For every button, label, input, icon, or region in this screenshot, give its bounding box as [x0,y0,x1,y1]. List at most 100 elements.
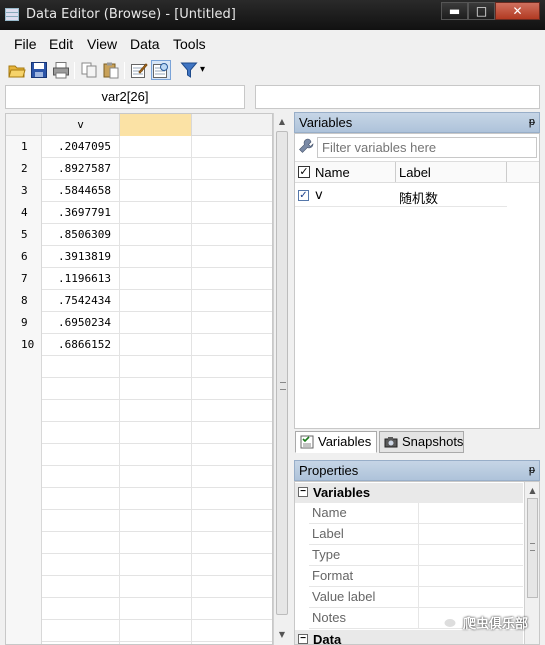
select-all-checkbox[interactable]: ✓ [298,166,310,178]
cell-empty[interactable] [192,312,272,334]
row-number[interactable]: 7 [6,268,42,290]
filter-dropdown-icon[interactable]: ▾ [200,64,205,75]
table-row[interactable] [6,620,272,642]
cell-empty[interactable] [192,136,272,158]
data-grid[interactable]: v 1.2047095 2.8927587 3.5844658 4.3697791 5.… [5,113,273,645]
cell-v[interactable]: .2047095 [42,136,120,158]
table-row[interactable]: 10.6866152 [6,334,272,356]
property-row-value-label[interactable]: Value label [309,587,523,608]
column-header-empty[interactable] [192,114,272,136]
edit-mode-icon[interactable] [130,61,148,79]
menu-file[interactable]: File [14,36,37,52]
tab-snapshots[interactable]: Snapshots [379,431,464,453]
property-row-label[interactable]: Label [309,524,523,545]
column-header-v[interactable]: v [42,114,120,136]
row-number[interactable] [6,378,42,400]
pin-icon[interactable]: ᵽ [529,461,535,480]
table-row[interactable]: 5.8506309 [6,224,272,246]
cell-v[interactable] [42,620,120,642]
minimize-button[interactable]: ▬ [441,2,468,20]
row-number[interactable]: 2 [6,158,42,180]
title-bar[interactable]: Data Editor (Browse) - [Untitled] ▬ □ ✕ [0,0,545,30]
row-number[interactable] [6,444,42,466]
cell-v[interactable] [42,598,120,620]
cell-v[interactable]: .3697791 [42,202,120,224]
row-number[interactable]: 10 [6,334,42,356]
cell-empty[interactable] [120,532,192,554]
cell-empty[interactable] [120,378,192,400]
cell-empty[interactable] [192,224,272,246]
menu-edit[interactable]: Edit [49,36,73,52]
cell-empty[interactable] [192,158,272,180]
cell-empty[interactable] [192,356,272,378]
cell-empty[interactable] [192,532,272,554]
copy-icon[interactable] [80,61,98,79]
cell-v[interactable] [42,466,120,488]
table-row[interactable] [6,510,272,532]
table-row[interactable] [6,598,272,620]
cell-v[interactable]: .8506309 [42,224,120,246]
cell-v[interactable] [42,554,120,576]
filter-icon[interactable] [180,61,198,79]
cell-v[interactable] [42,356,120,378]
row-number[interactable] [6,356,42,378]
cell-empty[interactable] [120,488,192,510]
table-row[interactable] [6,356,272,378]
cell-v[interactable]: .5844658 [42,180,120,202]
cell-empty[interactable] [120,554,192,576]
cell-empty[interactable] [120,158,192,180]
pin-icon[interactable]: ᵽ [529,113,535,132]
row-number[interactable]: 4 [6,202,42,224]
table-row[interactable]: 6.3913819 [6,246,272,268]
cell-v[interactable] [42,400,120,422]
property-value[interactable] [419,524,523,545]
scroll-thumb[interactable] [527,498,538,598]
grid-vertical-scrollbar[interactable]: ▲ ▼ [273,113,290,645]
cell-empty[interactable] [120,466,192,488]
cell-empty[interactable] [120,620,192,642]
variable-row[interactable]: ✓ v 随机数 [295,185,507,207]
property-value[interactable] [419,587,523,608]
cell-v[interactable] [42,488,120,510]
cell-empty[interactable] [192,488,272,510]
cell-value-input[interactable] [255,85,540,109]
cell-empty[interactable] [120,268,192,290]
scroll-thumb[interactable] [276,131,288,615]
row-number[interactable] [6,488,42,510]
cell-empty[interactable] [192,510,272,532]
close-button[interactable]: ✕ [495,2,540,20]
cell-empty[interactable] [192,576,272,598]
print-icon[interactable] [52,61,70,79]
cell-empty[interactable] [120,246,192,268]
property-row-name[interactable]: Name [309,503,523,524]
cell-empty[interactable] [120,290,192,312]
property-group-variables[interactable]: − Variables [295,483,523,503]
table-row[interactable]: 8.7542434 [6,290,272,312]
column-header-name[interactable]: Name [315,165,350,180]
collapse-icon[interactable]: − [298,634,308,644]
cell-v[interactable]: .3913819 [42,246,120,268]
cell-v[interactable] [42,576,120,598]
cell-empty[interactable] [120,334,192,356]
cell-v[interactable] [42,444,120,466]
row-number[interactable] [6,620,42,642]
cell-empty[interactable] [120,400,192,422]
cell-empty[interactable] [120,422,192,444]
cell-empty[interactable] [192,180,272,202]
row-number[interactable] [6,598,42,620]
browse-mode-icon[interactable] [151,60,171,80]
row-number[interactable]: 6 [6,246,42,268]
row-number[interactable] [6,576,42,598]
property-value[interactable] [419,545,523,566]
cell-empty[interactable] [120,202,192,224]
table-row[interactable] [6,576,272,598]
cell-empty[interactable] [192,620,272,642]
table-row[interactable] [6,488,272,510]
table-row[interactable]: 9.6950234 [6,312,272,334]
cell-empty[interactable] [120,224,192,246]
cell-empty[interactable] [192,554,272,576]
cell-empty[interactable] [120,312,192,334]
cell-empty[interactable] [120,576,192,598]
cell-empty[interactable] [192,598,272,620]
table-row[interactable]: 2.8927587 [6,158,272,180]
